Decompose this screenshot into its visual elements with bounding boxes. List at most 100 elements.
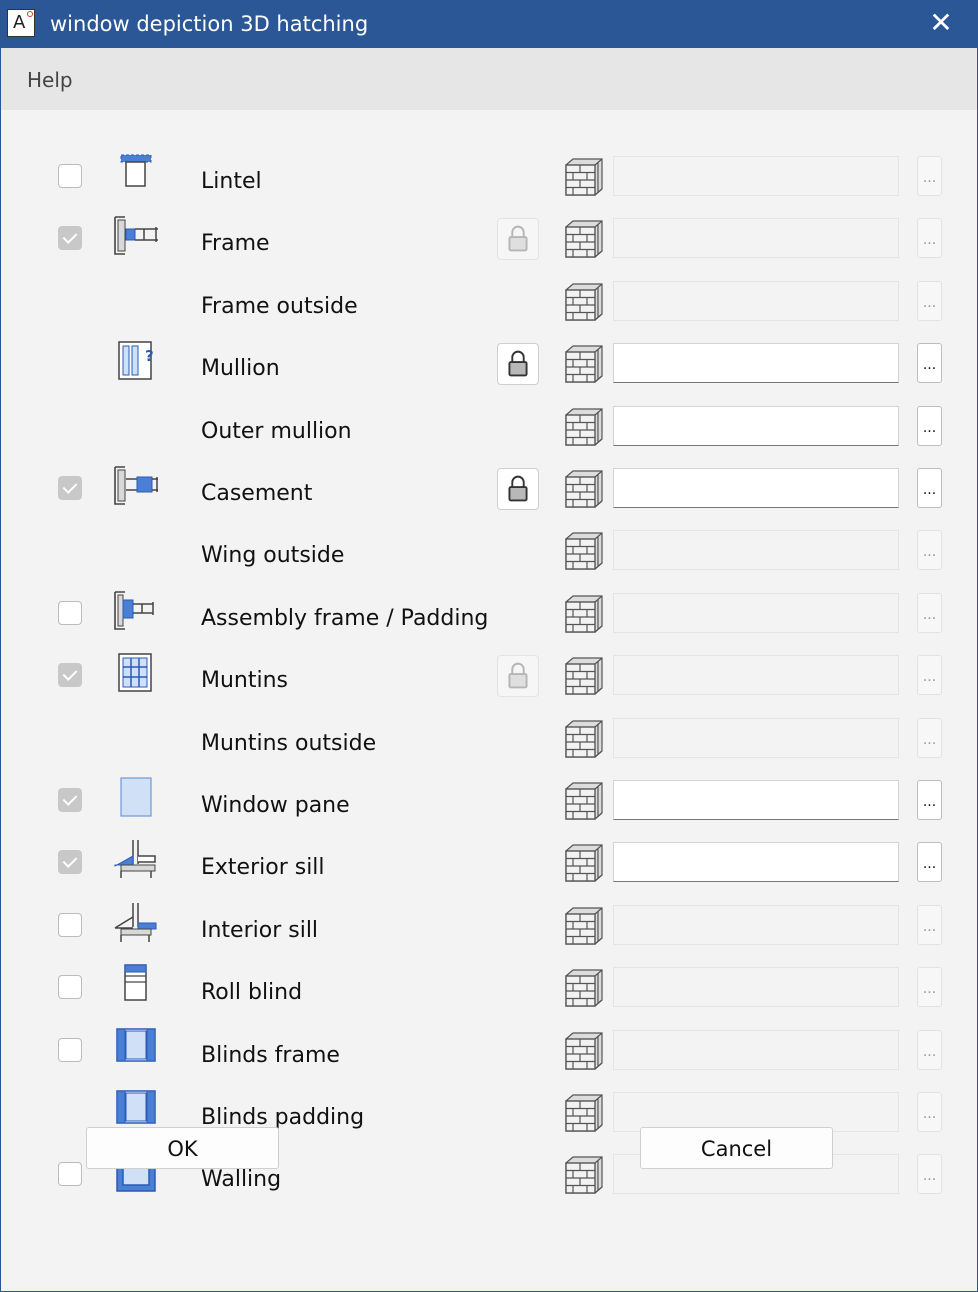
hatching-row: ? Mullion... (1, 341, 977, 405)
row-checkbox (58, 663, 82, 688)
browse-button: ... (917, 218, 942, 259)
hatch-pattern-icon[interactable] (564, 531, 604, 571)
hatch-pattern-icon[interactable] (564, 719, 604, 759)
hatch-pattern-icon[interactable] (564, 656, 604, 696)
cancel-button[interactable]: Cancel (640, 1127, 833, 1169)
hatching-row: Lintel... (1, 154, 977, 218)
hatching-row: Wing outside... (1, 530, 977, 592)
frame-icon (111, 214, 161, 256)
browse-button: ... (917, 904, 942, 945)
hatch-pattern-icon[interactable] (564, 1093, 604, 1133)
hatch-name-field (613, 655, 899, 696)
browse-button: ... (917, 530, 942, 571)
roll-blind-icon (111, 963, 161, 1005)
browse-button[interactable]: ... (917, 842, 942, 883)
blinds-frame-icon (111, 1026, 161, 1068)
casement-icon (111, 464, 161, 506)
hatch-name-field (613, 156, 899, 196)
hatch-pattern-icon[interactable] (564, 469, 604, 509)
row-checkbox[interactable] (58, 1037, 82, 1062)
row-label: Frame (201, 231, 270, 257)
row-label: Wing outside (201, 543, 345, 569)
menu-bar: Help (1, 48, 977, 110)
interior-sill-icon (111, 901, 161, 943)
lock-icon (498, 219, 538, 263)
hatch-pattern-icon[interactable] (564, 344, 604, 384)
browse-button[interactable]: ... (917, 343, 942, 384)
hatching-row: Window pane... (1, 777, 977, 842)
browse-button: ... (917, 156, 942, 196)
row-label: Muntins outside (201, 730, 377, 756)
hatch-name-field (613, 1029, 899, 1070)
row-label: Casement (201, 481, 313, 506)
hatching-row: Muntins outside... (1, 717, 977, 780)
browse-button[interactable]: ... (917, 468, 942, 508)
title-bar[interactable]: A window depiction 3D hatching ✕ (1, 1, 977, 48)
row-label: Interior sill (201, 917, 319, 943)
ok-button[interactable]: OK (86, 1127, 279, 1169)
hatching-row: Roll blind... (1, 964, 977, 1029)
app-icon-letter: A (13, 12, 26, 33)
hatching-row: Frame outside... (1, 280, 977, 343)
hatch-pattern-icon[interactable] (564, 219, 604, 259)
row-label: Frame outside (201, 293, 358, 319)
hatch-name-field[interactable] (613, 468, 899, 508)
row-label: Lintel (201, 169, 262, 194)
hatching-row: Assembly frame / Padding... (1, 590, 977, 655)
hatching-row: Casement... (1, 466, 977, 530)
row-label: Mullion (201, 356, 280, 382)
mullion-icon: ? (111, 339, 161, 381)
content-area: Lintel... Frame... Frame outside...? Mullio… (1, 110, 977, 1291)
hatch-pattern-icon[interactable] (564, 594, 604, 634)
dialog-window: A window depiction 3D hatching ✕ Help Li… (0, 0, 978, 1292)
hatch-name-field (613, 717, 899, 758)
hatch-pattern-icon[interactable] (564, 407, 604, 447)
row-checkbox[interactable] (58, 164, 82, 188)
row-checkbox (58, 850, 82, 875)
row-label: Walling (201, 1167, 282, 1193)
hatch-pattern-icon[interactable] (564, 781, 604, 821)
hatch-pattern-icon[interactable] (564, 282, 604, 322)
browse-button: ... (917, 655, 942, 696)
hatch-pattern-icon[interactable] (564, 968, 604, 1008)
hatch-pattern-icon[interactable] (564, 906, 604, 946)
hatching-row: Exterior sill... (1, 840, 977, 904)
lock-button[interactable] (497, 468, 539, 510)
row-checkbox (58, 788, 82, 812)
hatch-name-field (613, 280, 899, 321)
lock-icon (498, 656, 538, 700)
hatching-row: Blinds frame... (1, 1027, 977, 1092)
row-label: Blinds frame (201, 1042, 340, 1068)
hatch-pattern-icon[interactable] (564, 843, 604, 883)
browse-button: ... (917, 967, 942, 1008)
hatch-name-field (613, 218, 899, 259)
browse-button: ... (917, 592, 942, 633)
row-checkbox[interactable] (58, 912, 82, 937)
row-label: Window pane (201, 793, 350, 818)
hatch-pattern-icon[interactable] (564, 1155, 604, 1195)
browse-button: ... (917, 280, 942, 321)
browse-button[interactable]: ... (917, 405, 942, 446)
assembly-frame-icon (111, 589, 161, 631)
browse-button: ... (917, 717, 942, 758)
row-checkbox (58, 476, 82, 500)
exterior-sill-icon (111, 838, 161, 880)
hatch-name-field[interactable] (613, 842, 899, 883)
hatch-name-field (613, 592, 899, 633)
hatch-pattern-icon[interactable] (564, 157, 604, 197)
row-checkbox[interactable] (58, 1162, 82, 1187)
browse-button[interactable]: ... (917, 780, 942, 820)
muntins-icon (111, 651, 161, 693)
hatch-name-field[interactable] (613, 405, 899, 446)
close-icon[interactable]: ✕ (923, 5, 959, 41)
lock-button[interactable] (497, 343, 539, 386)
window-pane-icon (111, 776, 161, 818)
hatch-pattern-icon[interactable] (564, 1031, 604, 1071)
row-checkbox[interactable] (58, 600, 82, 625)
lintel-icon (111, 152, 161, 194)
row-checkbox[interactable] (58, 975, 82, 1000)
hatch-name-field[interactable] (613, 343, 899, 384)
lock-icon (498, 469, 538, 513)
menu-help[interactable]: Help (27, 68, 73, 92)
hatch-name-field[interactable] (613, 780, 899, 820)
